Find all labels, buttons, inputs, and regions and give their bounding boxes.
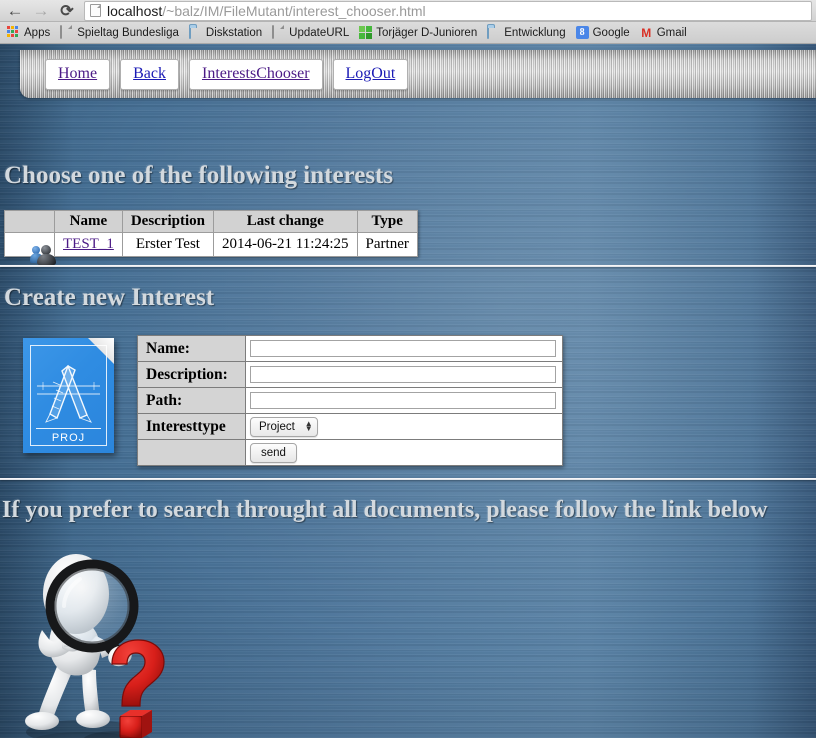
field-submit-cell: send — [246, 440, 563, 466]
address-bar[interactable]: localhost/~balz/IM/FileMutant/interest_c… — [84, 1, 812, 21]
label-path: Path: — [138, 388, 246, 414]
label-description: Description: — [138, 362, 246, 388]
reload-icon[interactable]: ⟳ — [54, 0, 80, 22]
column-header-name: Name — [55, 211, 123, 233]
url-host: localhost — [107, 3, 162, 19]
bookmark-diskstation[interactable]: Diskstation — [186, 24, 269, 42]
label-name: Name: — [138, 336, 246, 362]
google-icon: 8 — [576, 26, 589, 39]
bookmark-entwicklung[interactable]: Entwicklung — [484, 24, 572, 42]
url-path: /~balz/IM/FileMutant/interest_chooser.ht… — [162, 3, 425, 19]
page-icon — [272, 26, 285, 39]
path-input[interactable] — [250, 392, 556, 409]
folder-icon — [189, 26, 202, 39]
create-interest-form: Name: Description: Path: Interesttype Pr… — [137, 335, 563, 466]
field-description-cell — [246, 362, 563, 388]
column-header-last-change: Last change — [214, 211, 358, 233]
bookmark-label: Entwicklung — [504, 27, 565, 39]
blueprint-baseline — [36, 428, 101, 429]
magnifier-figure-icon — [12, 544, 192, 738]
bookmark-label: Torjäger D-Junioren — [376, 27, 477, 39]
bookmark-label: Google — [593, 27, 630, 39]
stepper-arrows-icon: ▲▼ — [305, 422, 313, 431]
search-documents-illustration[interactable] — [12, 544, 192, 738]
page-title-search-documents: If you prefer to search throught all doc… — [2, 497, 768, 524]
browser-toolbar: ← → ⟳ localhost/~balz/IM/FileMutant/inte… — [0, 0, 816, 22]
bookmark-label: Apps — [24, 27, 50, 39]
nav-button-label: Home — [58, 65, 97, 83]
nav-button-back[interactable]: Back — [120, 59, 179, 90]
column-header-description: Description — [122, 211, 213, 233]
label-empty — [138, 440, 246, 466]
gmail-icon: M — [640, 26, 653, 39]
apps-grid-icon — [7, 26, 20, 39]
interest-link-test-1[interactable]: TEST_1 — [63, 236, 114, 252]
nav-button-label: InterestsChooser — [202, 65, 310, 83]
interesttype-selected-value: Project — [259, 421, 295, 433]
description-input[interactable] — [250, 366, 556, 383]
bookmark-spieltag-bundesliga[interactable]: Spieltag Bundesliga — [57, 24, 186, 42]
label-interesttype: Interesttype — [138, 414, 246, 440]
column-header-type: Type — [357, 211, 417, 233]
back-arrow-icon[interactable]: ← — [2, 0, 28, 22]
row-icon-cell — [5, 233, 55, 257]
nav-button-home[interactable]: Home — [45, 59, 110, 90]
green-pinwheel-icon — [359, 26, 372, 39]
section-divider-2 — [0, 478, 816, 480]
field-interesttype-cell: Project ▲▼ — [246, 414, 563, 440]
bookmark-label: Diskstation — [206, 27, 262, 39]
form-row-description: Description: — [138, 362, 563, 388]
row-name-cell: TEST_1 — [55, 233, 123, 257]
row-description-cell: Erster Test — [122, 233, 213, 257]
page-info-icon — [90, 4, 101, 17]
form-row-path: Path: — [138, 388, 563, 414]
field-name-cell — [246, 336, 563, 362]
interesttype-select[interactable]: Project ▲▼ — [250, 417, 318, 437]
page-title-create-interest: Create new Interest — [4, 284, 214, 312]
bookmark-gmail[interactable]: M Gmail — [637, 24, 694, 42]
table-row: TEST_1 Erster Test 2014-06-21 11:24:25 P… — [5, 233, 418, 257]
bookmark-label: UpdateURL — [289, 27, 349, 39]
bookmarks-bar: Apps Spieltag Bundesliga Diskstation Upd… — [0, 22, 816, 44]
browser-chrome: ← → ⟳ localhost/~balz/IM/FileMutant/inte… — [0, 0, 816, 44]
bookmark-google[interactable]: 8 Google — [573, 24, 637, 42]
forward-arrow-icon[interactable]: → — [28, 0, 54, 22]
page-title-choose-interests: Choose one of the following interests — [4, 162, 393, 190]
section-divider-1 — [0, 265, 816, 267]
bookmark-apps[interactable]: Apps — [4, 24, 57, 42]
column-header-icon — [5, 211, 55, 233]
url-text: localhost/~balz/IM/FileMutant/interest_c… — [107, 3, 426, 19]
folder-icon — [487, 26, 500, 39]
bookmark-updateurl[interactable]: UpdateURL — [269, 24, 356, 42]
project-blueprint-icon: PROJ — [23, 338, 114, 453]
form-row-name: Name: — [138, 336, 563, 362]
bookmark-label: Spieltag Bundesliga — [77, 27, 179, 39]
nav-button-label: LogOut — [346, 65, 396, 83]
table-header-row: Name Description Last change Type — [5, 211, 418, 233]
proj-label: PROJ — [23, 432, 114, 444]
field-path-cell — [246, 388, 563, 414]
site-navigation-bar: Home Back InterestsChooser LogOut — [20, 50, 816, 98]
nav-button-interests-chooser[interactable]: InterestsChooser — [189, 59, 323, 90]
row-type-cell: Partner — [357, 233, 417, 257]
page-icon — [60, 26, 73, 39]
interests-table: Name Description Last change Type TEST_1… — [4, 210, 418, 257]
nav-button-label: Back — [133, 65, 166, 83]
send-button[interactable]: send — [250, 443, 297, 463]
row-last-change-cell: 2014-06-21 11:24:25 — [214, 233, 358, 257]
form-row-submit: send — [138, 440, 563, 466]
bookmark-label: Gmail — [657, 27, 687, 39]
bookmark-torjaeger-d-junioren[interactable]: Torjäger D-Junioren — [356, 24, 484, 42]
nav-button-logout[interactable]: LogOut — [333, 59, 409, 90]
page-content: Home Back InterestsChooser LogOut Choose… — [0, 44, 816, 738]
name-input[interactable] — [250, 340, 556, 357]
form-row-interesttype: Interesttype Project ▲▼ — [138, 414, 563, 440]
